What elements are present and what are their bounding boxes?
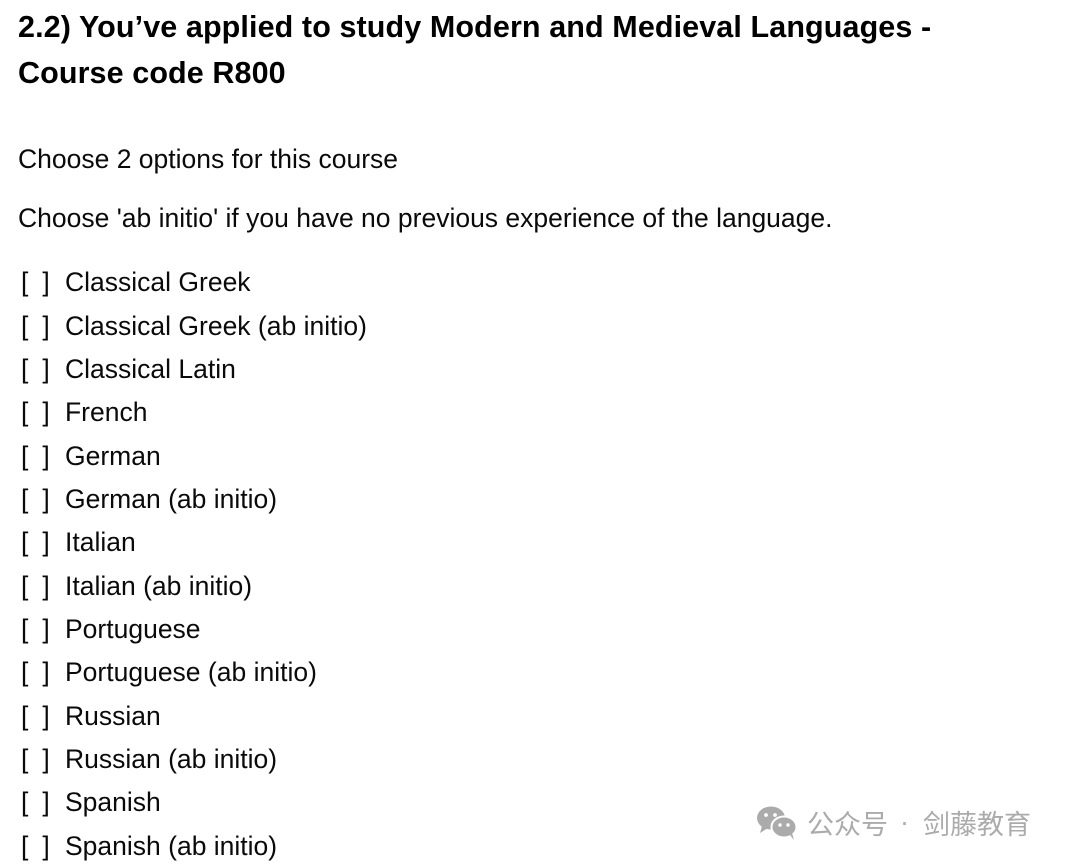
watermark-prefix: 公众号 xyxy=(807,810,888,840)
checkbox-close-bracket: ] xyxy=(42,310,50,341)
option-label: Russian (ab initio) xyxy=(65,743,278,774)
option-label: Russian xyxy=(65,700,161,731)
checkbox-close-bracket: ] xyxy=(42,483,50,514)
checkbox-close-bracket: ] xyxy=(42,743,50,774)
checkbox[interactable]: [] xyxy=(0,484,65,515)
option-item[interactable]: [] Classical Greek xyxy=(0,261,367,304)
option-label: Italian xyxy=(65,527,136,558)
options-list: [] Classical Greek [] Classical Greek (a… xyxy=(0,261,367,868)
checkbox-open-bracket: [ xyxy=(21,397,29,428)
wechat-icon xyxy=(757,806,798,840)
checkbox-close-bracket: ] xyxy=(42,787,50,818)
checkbox[interactable]: [] xyxy=(0,571,65,602)
option-item[interactable]: [] Italian (ab initio) xyxy=(0,564,367,607)
checkbox-close-bracket: ] xyxy=(42,527,50,558)
checkbox-open-bracket: [ xyxy=(21,267,29,298)
watermark-separator: · xyxy=(900,807,909,837)
checkbox-close-bracket: ] xyxy=(42,700,50,731)
checkbox[interactable]: [] xyxy=(0,701,65,732)
checkbox[interactable]: [] xyxy=(0,744,65,775)
question-title-line-1: 2.2) You’ve applied to study Modern and … xyxy=(18,10,932,44)
checkbox-open-bracket: [ xyxy=(21,570,29,601)
option-item[interactable]: [] Portuguese (ab initio) xyxy=(0,651,367,694)
checkbox-open-bracket: [ xyxy=(21,700,29,731)
checkbox-open-bracket: [ xyxy=(21,787,29,818)
checkbox-open-bracket: [ xyxy=(21,527,29,558)
watermark: 公众号 · 剑藤教育 xyxy=(756,803,1031,842)
question-title-line-2: Course code R800 xyxy=(18,56,286,90)
option-label: Classical Greek xyxy=(65,267,251,298)
checkbox[interactable]: [] xyxy=(0,657,65,688)
option-item[interactable]: [] German (ab initio) xyxy=(0,478,367,521)
option-item[interactable]: [] Russian (ab initio) xyxy=(0,738,367,781)
option-label: German xyxy=(65,440,161,471)
checkbox[interactable]: [] xyxy=(0,831,65,862)
watermark-account: 剑藤教育 xyxy=(923,810,1031,840)
checkbox[interactable]: [] xyxy=(0,614,65,645)
checkbox[interactable]: [] xyxy=(0,527,65,558)
option-label: Classical Greek (ab initio) xyxy=(65,310,367,341)
checkbox-close-bracket: ] xyxy=(42,353,50,384)
question-title: 2.2) You’ve applied to study Modern and … xyxy=(18,4,1078,96)
checkbox-close-bracket: ] xyxy=(42,657,50,688)
option-item[interactable]: [] Classical Greek (ab initio) xyxy=(0,304,367,347)
checkbox-close-bracket: ] xyxy=(42,440,50,471)
checkbox-open-bracket: [ xyxy=(21,353,29,384)
checkbox[interactable]: [] xyxy=(0,267,65,298)
checkbox-open-bracket: [ xyxy=(21,830,29,861)
checkbox-open-bracket: [ xyxy=(21,483,29,514)
option-item[interactable]: [] Classical Latin xyxy=(0,348,367,391)
checkbox[interactable]: [] xyxy=(0,397,65,428)
option-label: Portuguese (ab initio) xyxy=(65,657,317,688)
checkbox-close-bracket: ] xyxy=(42,830,50,861)
checkbox-open-bracket: [ xyxy=(21,310,29,341)
instruction-ab-initio: Choose 'ab initio' if you have no previo… xyxy=(18,203,833,233)
option-item[interactable]: [] Spanish xyxy=(0,781,367,824)
checkbox-open-bracket: [ xyxy=(21,613,29,644)
option-label: Spanish xyxy=(65,787,161,818)
option-item[interactable]: [] French xyxy=(0,391,367,434)
option-item[interactable]: [] Italian xyxy=(0,521,367,564)
checkbox-open-bracket: [ xyxy=(21,743,29,774)
checkbox-close-bracket: ] xyxy=(42,570,50,601)
checkbox[interactable]: [] xyxy=(0,441,65,472)
option-item[interactable]: [] Spanish (ab initio) xyxy=(0,824,367,867)
instruction-choose-count: Choose 2 options for this course xyxy=(18,144,399,174)
option-label: German (ab initio) xyxy=(65,483,278,514)
option-label: Spanish (ab initio) xyxy=(65,830,278,861)
option-label: French xyxy=(65,397,148,428)
checkbox-open-bracket: [ xyxy=(21,657,29,688)
option-item[interactable]: [] German xyxy=(0,434,367,477)
checkbox[interactable]: [] xyxy=(0,311,65,342)
checkbox-close-bracket: ] xyxy=(42,267,50,298)
option-item[interactable]: [] Portuguese xyxy=(0,608,367,651)
checkbox-close-bracket: ] xyxy=(42,613,50,644)
option-label: Classical Latin xyxy=(65,353,236,384)
option-label: Italian (ab initio) xyxy=(65,570,253,601)
checkbox-close-bracket: ] xyxy=(42,397,50,428)
option-item[interactable]: [] Russian xyxy=(0,694,367,737)
checkbox[interactable]: [] xyxy=(0,787,65,818)
option-label: Portuguese xyxy=(65,613,201,644)
checkbox-open-bracket: [ xyxy=(21,440,29,471)
checkbox[interactable]: [] xyxy=(0,354,65,385)
